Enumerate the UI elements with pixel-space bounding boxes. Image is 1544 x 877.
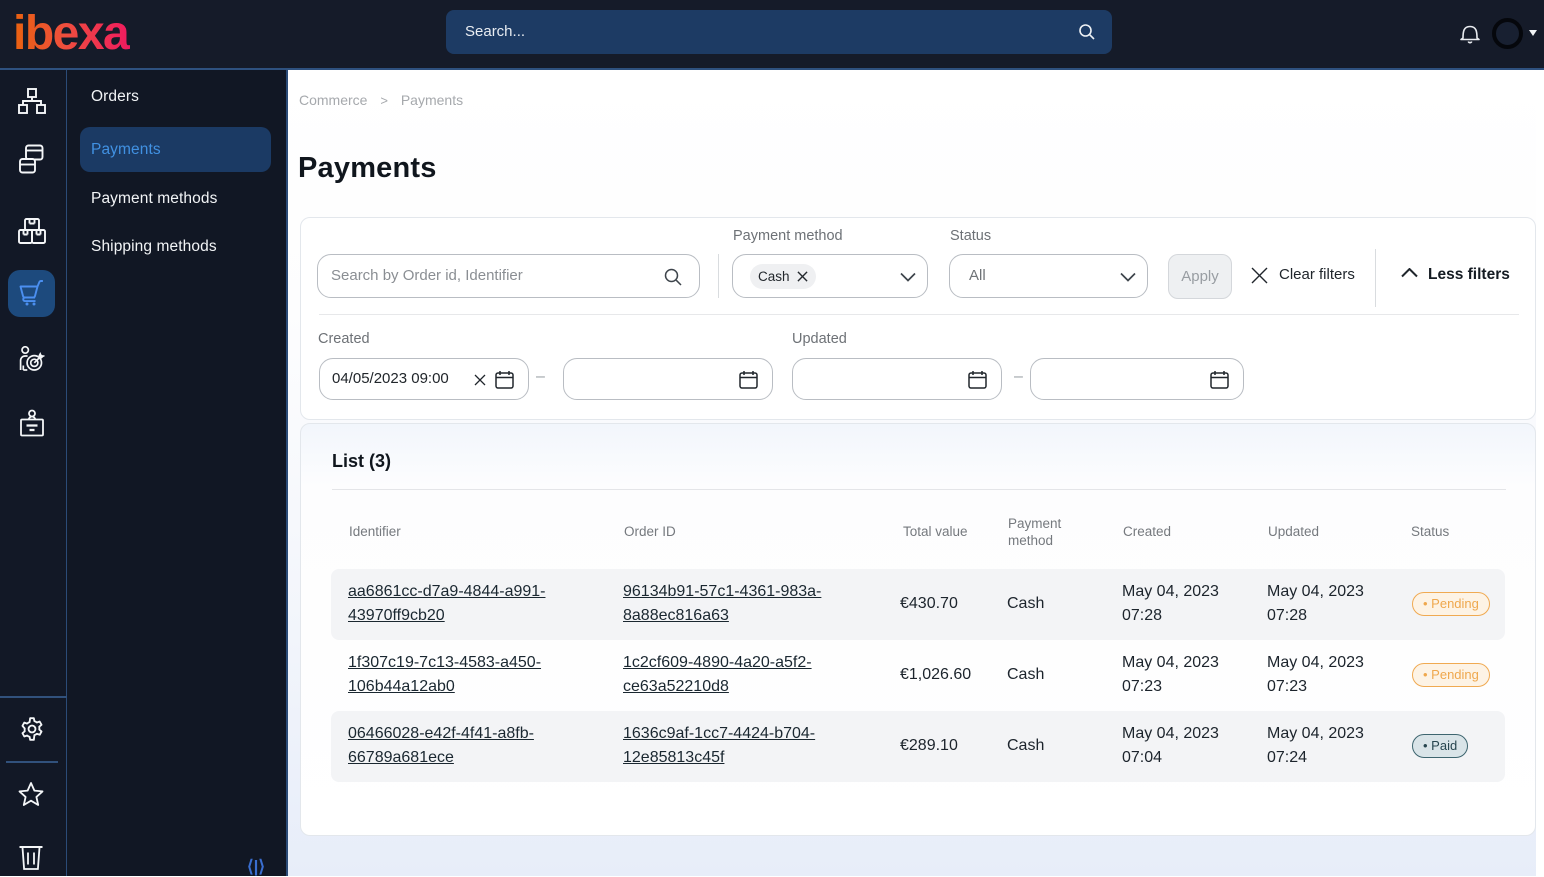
svg-text:ibexa: ibexa <box>13 13 130 57</box>
